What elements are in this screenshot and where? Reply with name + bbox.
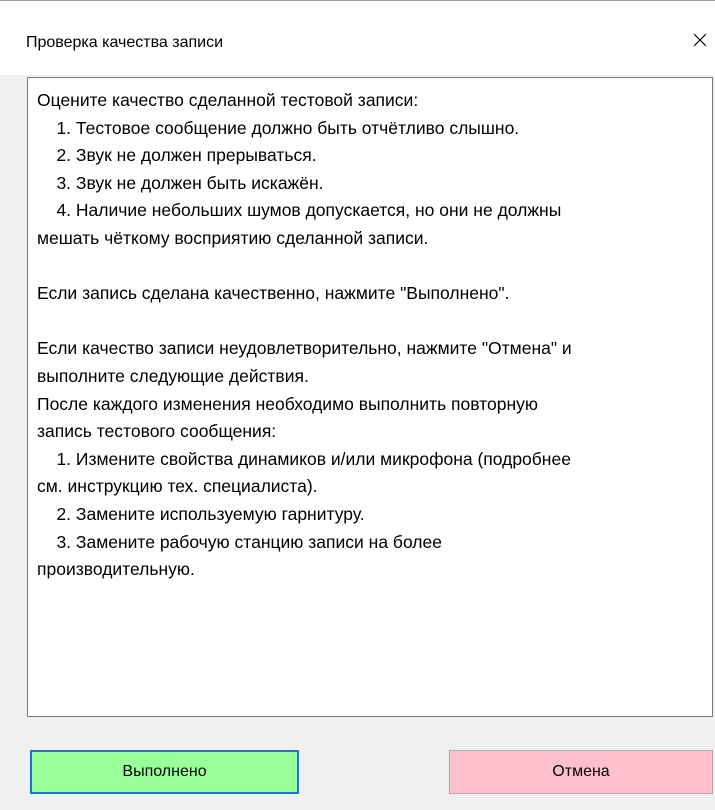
cancel-button[interactable]: Отмена: [449, 750, 713, 794]
dialog-window: Проверка качества записи Оцените качеств…: [0, 0, 715, 810]
message-line: см. инструкцию тех. специалиста).: [37, 476, 318, 497]
message-line: [37, 253, 704, 281]
message-line: выполните следующие действия.: [37, 365, 309, 386]
message-line: Оцените качество сделанной тестовой запи…: [37, 90, 419, 110]
message-line: производительную.: [37, 559, 195, 580]
message-line: Если запись сделана качественно, нажмите…: [37, 283, 510, 304]
message-textbox[interactable]: Оцените качество сделанной тестовой запи…: [27, 77, 713, 717]
window-title: Проверка качества записи: [26, 34, 224, 51]
title-bar: Проверка качества записи: [0, 1, 715, 75]
message-line: 3. Замените рабочую станцию записи на бо…: [37, 531, 442, 552]
message-line: 3. Звук не должен быть искажён.: [37, 172, 324, 193]
message-line: запись тестового сообщения:: [37, 421, 277, 442]
done-button[interactable]: Выполнено: [30, 750, 299, 794]
close-icon: [693, 33, 707, 47]
message-line: Если качество записи неудовлетворительно…: [37, 338, 572, 359]
close-button[interactable]: [685, 23, 715, 57]
message-line: После каждого изменения необходимо выпол…: [37, 393, 538, 414]
message-line: 1. Измените свойства динамиков и/или мик…: [37, 448, 571, 469]
message-line: 1. Тестовое сообщение должно быть отчётл…: [37, 117, 520, 138]
message-line: мешать чёткому восприятию сделанной запи…: [37, 227, 429, 248]
message-line: 2. Замените используемую гарнитуру.: [37, 503, 365, 524]
message-line: 4. Наличие небольших шумов допускается, …: [37, 200, 562, 221]
message-line: 2. Звук не должен прерываться.: [37, 145, 317, 166]
message-line: [37, 308, 704, 336]
